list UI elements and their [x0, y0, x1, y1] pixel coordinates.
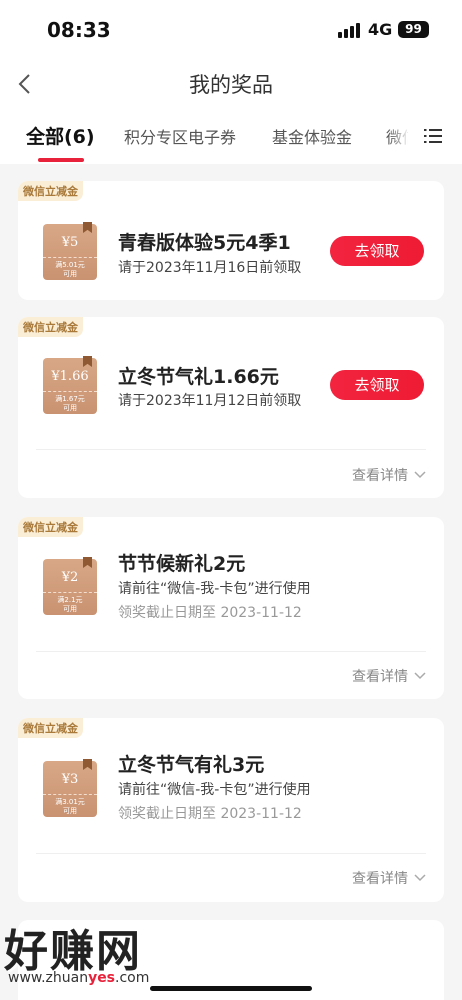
chevron-down-icon [414, 471, 426, 479]
prize-card: 微信立减金 ¥2 满2.1元 可用 节节候新礼2元 请前往“微信-我-卡包”进行… [18, 517, 444, 699]
prize-card: 微信立减金 ¥1.66 满1.67元 可用 立冬节气礼1.66元 请于2023年… [18, 317, 444, 498]
status-time: 08:33 [47, 18, 111, 42]
tab-points-coupons[interactable]: 积分专区电子券 [124, 124, 236, 148]
coupon-amount: ¥1.66 [51, 369, 89, 384]
status-bar: 08:33 4G 99 [0, 0, 462, 62]
battery-icon: 99 [398, 21, 429, 38]
divider [36, 449, 426, 450]
home-indicator [150, 986, 312, 991]
card-title: 立冬节气礼1.66元 [118, 366, 279, 388]
divider [36, 651, 426, 652]
card-subtitle: 请前往“微信-我-卡包”进行使用 [118, 782, 311, 798]
claim-button[interactable]: 去领取 [330, 236, 424, 266]
card-title: 青春版体验5元4季1 [118, 232, 291, 254]
page-title: 我的奖品 [189, 73, 273, 97]
card-deadline: 领奖截止日期至 2023-11-12 [118, 806, 302, 822]
tab-fade [388, 106, 408, 164]
view-details-label: 查看详情 [352, 468, 408, 484]
bookmark-icon [83, 222, 92, 233]
bookmark-icon [83, 557, 92, 568]
signal-icon [338, 22, 360, 38]
nav-bar: 我的奖品 [0, 62, 462, 106]
bookmark-icon [83, 356, 92, 367]
coupon-thumbnail: ¥3 满3.01元 可用 [43, 759, 97, 817]
coupon-amount: ¥3 [61, 772, 79, 787]
chevron-down-icon [414, 874, 426, 882]
coupon-condition: 满2.1元 可用 [57, 596, 83, 613]
divider [36, 853, 426, 854]
menu-list-icon[interactable] [424, 128, 442, 144]
tab-all[interactable]: 全部(6) [26, 122, 95, 149]
card-tag: 微信立减金 [18, 181, 83, 201]
coupon-thumbnail: ¥5 满5.01元 可用 [43, 222, 97, 280]
coupon-thumbnail: ¥2 满2.1元 可用 [43, 557, 97, 615]
card-title: 立冬节气有礼3元 [118, 754, 265, 776]
tab-bar: 全部(6) 积分专区电子券 基金体验金 微信 [0, 106, 462, 164]
card-subtitle: 请于2023年11月16日前领取 [118, 260, 302, 276]
card-subtitle: 请前往“微信-我-卡包”进行使用 [118, 581, 311, 597]
coupon-amount: ¥2 [61, 570, 79, 585]
card-tag: 微信立减金 [18, 718, 83, 738]
tab-active-indicator [38, 158, 84, 162]
coupon-condition: 满3.01元 可用 [55, 798, 85, 815]
prize-card: 微信立减金 ¥3 满3.01元 可用 立冬节气有礼3元 请前往“微信-我-卡包”… [18, 718, 444, 902]
coupon-amount: ¥5 [61, 235, 79, 250]
coupon-condition: 满1.67元 可用 [55, 395, 85, 412]
card-tag: 微信立减金 [18, 517, 83, 537]
view-details-link[interactable]: 查看详情 [352, 465, 426, 485]
bookmark-icon [83, 759, 92, 770]
network-label: 4G [368, 20, 393, 39]
tab-scroll: 全部(6) 积分专区电子券 基金体验金 微信 [0, 106, 408, 164]
view-details-label: 查看详情 [352, 669, 408, 685]
view-details-label: 查看详情 [352, 871, 408, 887]
view-details-link[interactable]: 查看详情 [352, 666, 426, 686]
card-tag: 微信立减金 [18, 317, 83, 337]
claim-button[interactable]: 去领取 [330, 370, 424, 400]
card-title: 节节候新礼2元 [118, 553, 246, 575]
coupon-thumbnail: ¥1.66 满1.67元 可用 [43, 356, 97, 414]
card-subtitle: 请于2023年11月12日前领取 [118, 393, 302, 409]
view-details-link[interactable]: 查看详情 [352, 868, 426, 888]
card-deadline: 领奖截止日期至 2023-11-12 [118, 605, 302, 621]
chevron-down-icon [414, 672, 426, 680]
tab-fund-trial[interactable]: 基金体验金 [272, 124, 352, 148]
coupon-condition: 满5.01元 可用 [55, 261, 85, 278]
prize-card: 微信立减金 ¥5 满5.01元 可用 青春版体验5元4季1 请于2023年11月… [18, 181, 444, 300]
